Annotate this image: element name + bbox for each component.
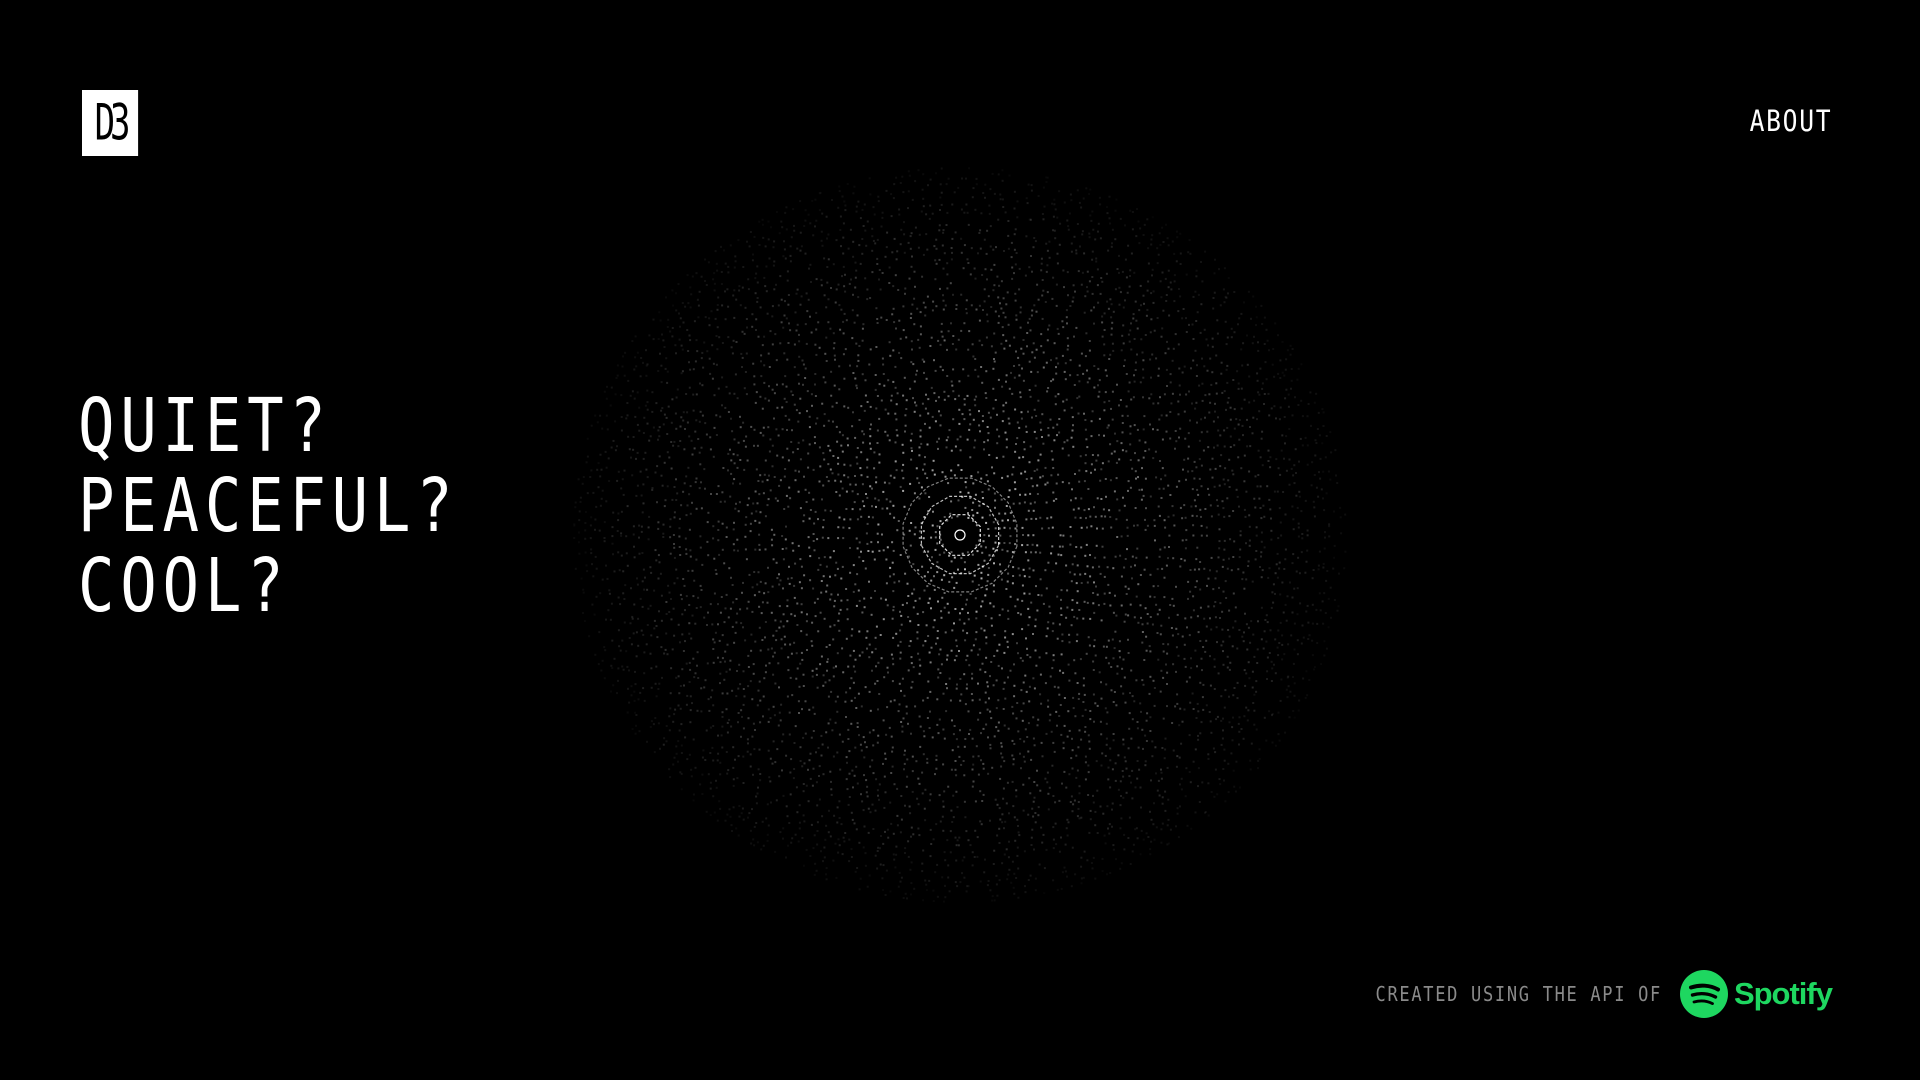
visualizer-dots	[573, 167, 1347, 902]
visualizer-center	[954, 529, 966, 541]
headline-line-3: COOL?	[78, 543, 290, 629]
page: D3 ABOUT QUIET? PEACEFUL? COOL? CREATED …	[0, 0, 1920, 1080]
credit-text: CREATED USING THE API OF	[1375, 982, 1662, 1006]
visualizer-inner-ring	[920, 495, 1000, 575]
spotify-icon	[1679, 970, 1728, 1018]
spotify-wordmark: Spotify	[1733, 976, 1833, 1011]
d3-logo[interactable]: D3	[82, 90, 139, 156]
visualizer-inner-ring	[939, 514, 981, 556]
headline-line-2: PEACEFUL?	[78, 463, 459, 549]
spotify-logo[interactable]: Spotify	[1679, 970, 1833, 1018]
headline-line-1: QUIET?	[78, 383, 332, 469]
logo-text: D3	[94, 94, 131, 152]
radial-dot-visualizer	[573, 167, 1347, 902]
hero-headline: QUIET? PEACEFUL? COOL?	[78, 386, 458, 626]
about-link[interactable]: ABOUT	[1749, 104, 1832, 138]
footer-credit: CREATED USING THE API OF Spotify	[1325, 970, 1833, 1018]
